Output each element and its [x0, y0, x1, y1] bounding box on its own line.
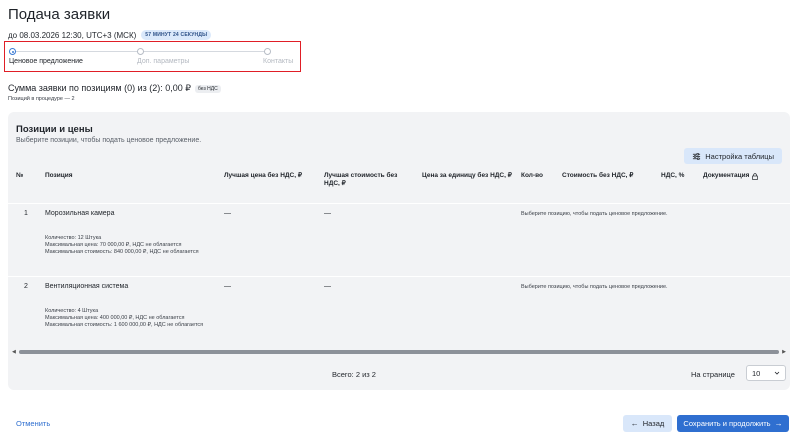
scroll-thumb[interactable]	[19, 350, 779, 354]
positions-count: Позиций в процедуре — 2	[8, 96, 75, 102]
save-label: Сохранить и продолжить	[683, 419, 771, 428]
vat-badge: без НДС	[194, 84, 221, 93]
save-continue-button[interactable]: Сохранить и продолжить →	[677, 415, 789, 432]
cancel-link[interactable]: Отменить	[16, 419, 50, 428]
positions-card: Позиции и цены Выберите позиции, чтобы п…	[8, 112, 790, 390]
column-header-vat[interactable]: НДС, %	[661, 172, 684, 180]
table-settings-label: Настройка таблицы	[705, 151, 774, 161]
sliders-icon	[693, 152, 701, 160]
page-title: Подача заявки	[8, 6, 111, 23]
positions-title: Позиции и цены	[16, 124, 93, 135]
horizontal-scrollbar[interactable]: ◀ ▶	[12, 349, 786, 355]
row-best-cost: —	[324, 283, 331, 290]
chevron-down-icon	[774, 371, 780, 375]
scroll-track[interactable]	[19, 350, 779, 354]
column-header-unit-price[interactable]: Цена за единицу без НДС, ₽	[422, 172, 512, 180]
column-header-num[interactable]: №	[16, 172, 23, 180]
arrow-right-icon: →	[774, 419, 783, 428]
row-detail-max-cost: Максимальная стоимость: 1 600 000,00 ₽, …	[45, 322, 204, 328]
row-detail-max-cost: Максимальная стоимость: 840 000,00 ₽, НД…	[45, 249, 199, 255]
row-detail-max-price: Максимальная цена: 400 000,00 ₽, НДС не …	[45, 315, 185, 321]
scroll-left-icon[interactable]: ◀	[12, 349, 16, 355]
step-label-price[interactable]: Ценовое предложение	[9, 58, 83, 65]
row-details: Количество: 4 Штука Максимальная цена: 4…	[45, 308, 215, 329]
step-dot-contacts[interactable]	[264, 48, 271, 55]
table-row[interactable]: 2 Вентиляционная система — — Выберите по…	[8, 277, 790, 349]
scroll-right-icon[interactable]: ▶	[782, 349, 786, 355]
row-detail-qty: Количество: 12 Штука	[45, 235, 102, 241]
row-detail-qty: Количество: 4 Штука	[45, 308, 99, 314]
row-num: 2	[24, 283, 28, 290]
column-header-qty[interactable]: Кол-во	[521, 172, 543, 180]
summary-text: Сумма заявки по позициям (0) из (2): 0,0…	[8, 83, 191, 93]
step-label-params[interactable]: Доп. параметры	[137, 58, 189, 65]
back-button[interactable]: ← Назад	[623, 415, 672, 432]
table-header: № Позиция Лучшая цена без НДС, ₽ Лучшая …	[8, 170, 790, 202]
row-hint: Выберите позицию, чтобы подать ценовое п…	[521, 211, 668, 217]
row-best-price: —	[224, 283, 231, 290]
per-page-select[interactable]: 10	[746, 365, 786, 381]
step-label-contacts[interactable]: Контакты	[263, 58, 293, 65]
back-label: Назад	[642, 419, 665, 428]
stepper: Ценовое предложение Доп. параметры Конта…	[4, 41, 301, 72]
lock-icon	[752, 172, 759, 180]
table-row[interactable]: 1 Морозильная камера — — Выберите позици…	[8, 204, 790, 276]
row-details: Количество: 12 Штука Максимальная цена: …	[45, 235, 215, 256]
table-settings-button[interactable]: Настройка таблицы	[684, 148, 782, 164]
row-best-price: —	[224, 210, 231, 217]
summary-row: Сумма заявки по позициям (0) из (2): 0,0…	[8, 83, 221, 94]
row-detail-max-price: Максимальная цена: 70 000,00 ₽, НДС не о…	[45, 242, 182, 248]
positions-subtitle: Выберите позиции, чтобы подать ценовое п…	[16, 137, 202, 144]
per-page-value: 10	[752, 368, 761, 378]
row-num: 1	[24, 210, 28, 217]
column-header-position[interactable]: Позиция	[45, 172, 73, 180]
column-header-best-price[interactable]: Лучшая цена без НДС, ₽	[224, 172, 314, 180]
column-header-best-cost[interactable]: Лучшая стоимость без НДС, ₽	[324, 172, 414, 188]
deadline-text: до 08.03.2026 12:30, UTC+3 (МСК)	[8, 30, 137, 40]
total-count: Всего: 2 из 2	[332, 370, 376, 379]
column-header-cost[interactable]: Стоимость без НДС, ₽	[562, 172, 633, 180]
row-name[interactable]: Вентиляционная система	[45, 283, 128, 290]
deadline-row: до 08.03.2026 12:30, UTC+3 (МСК) 57 МИНУ…	[8, 30, 212, 40]
column-header-docs-label: Документация	[703, 172, 750, 179]
timer-badge: 57 МИНУТ 24 СЕКУНДЫ	[141, 30, 212, 40]
row-name[interactable]: Морозильная камера	[45, 210, 114, 217]
row-hint: Выберите позицию, чтобы подать ценовое п…	[521, 284, 668, 290]
row-best-cost: —	[324, 210, 331, 217]
step-dot-price[interactable]	[9, 48, 16, 55]
step-dot-params[interactable]	[137, 48, 144, 55]
per-page-label: На странице	[691, 370, 735, 379]
column-header-docs[interactable]: Документация	[703, 172, 759, 180]
arrow-left-icon: ←	[630, 419, 639, 428]
